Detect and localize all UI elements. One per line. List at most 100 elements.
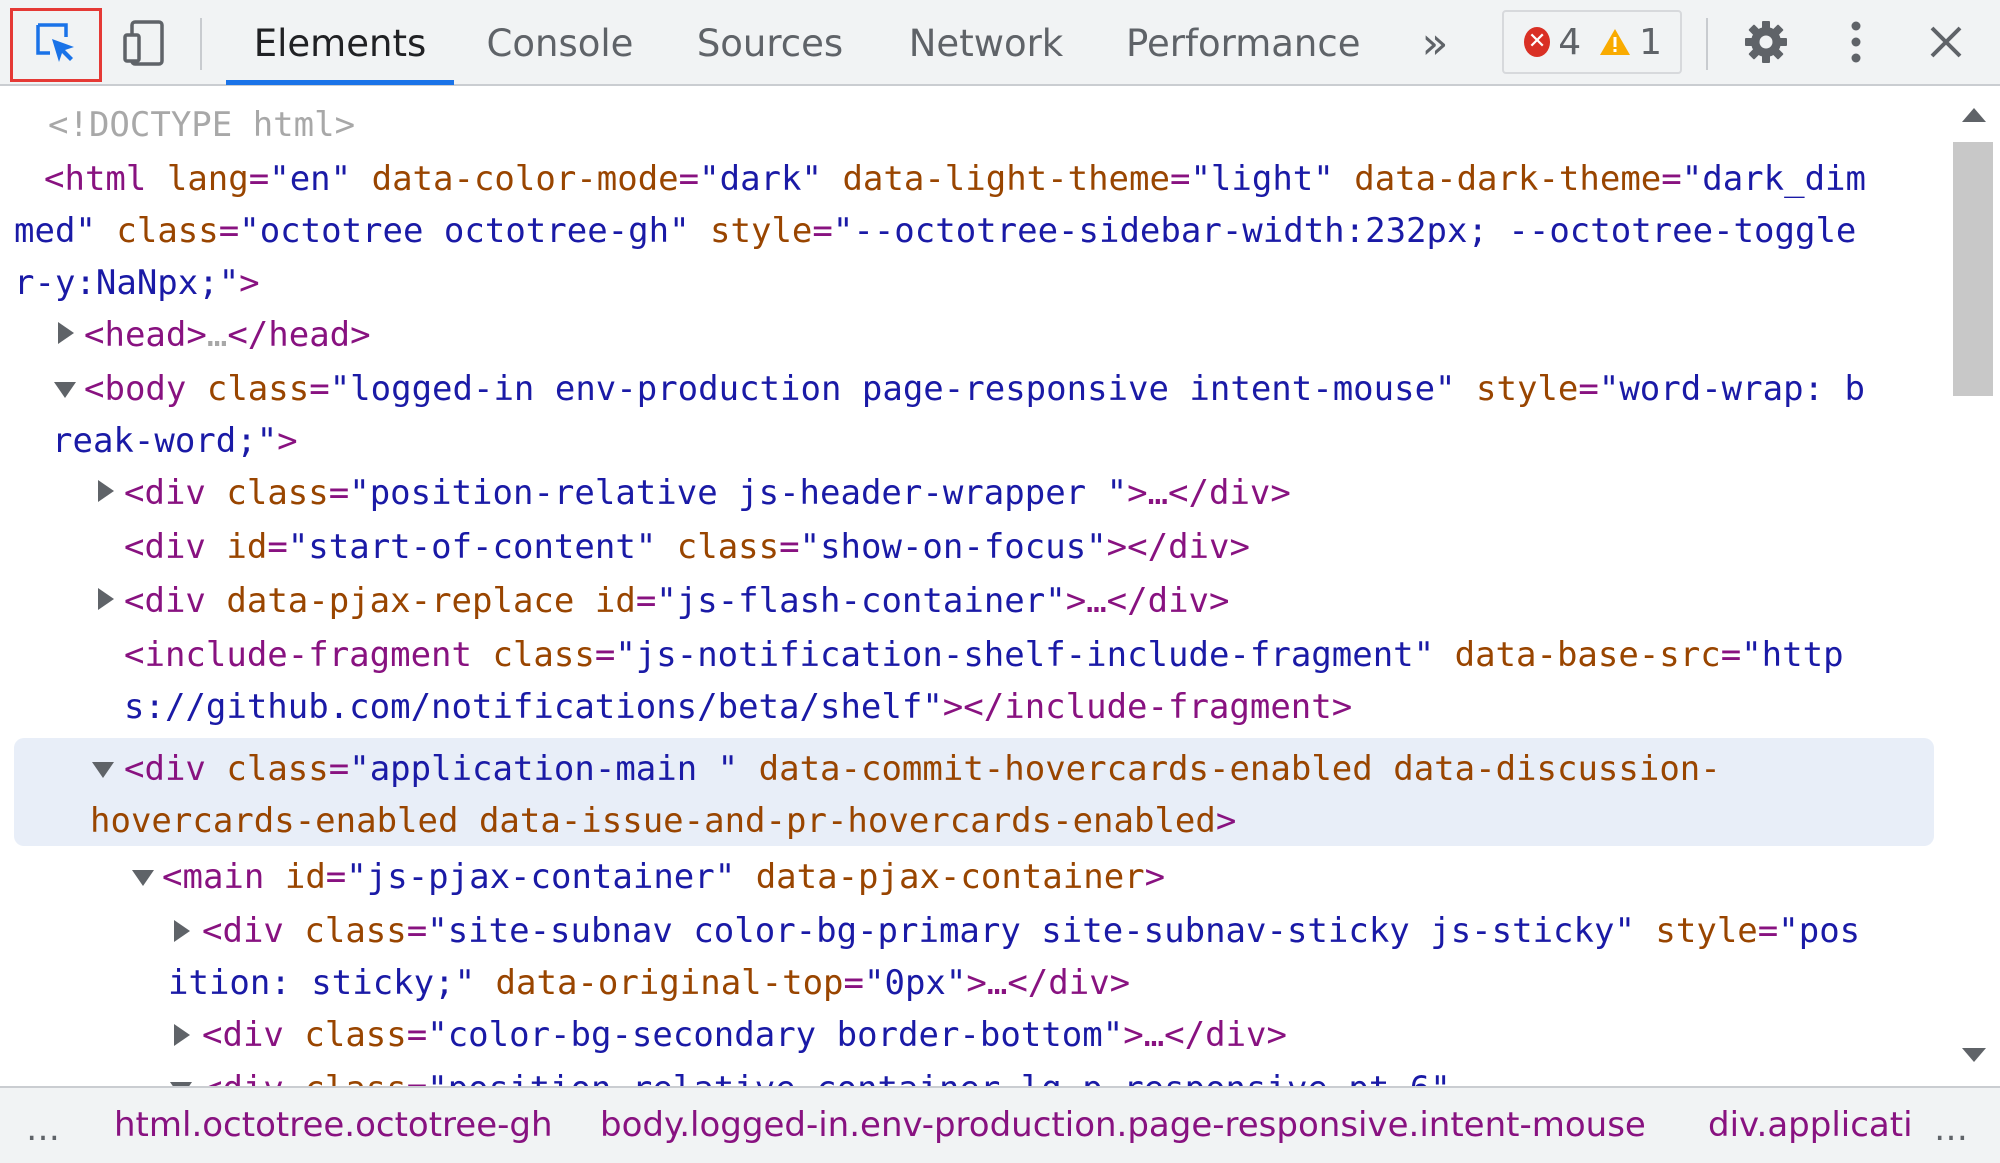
tag-name: <html: [44, 159, 147, 199]
tree-row-div-container[interactable]: <div class="position-relative container-…: [202, 1062, 1451, 1086]
tree-row-div-flash[interactable]: <div data-pjax-replace id="js-flash-cont…: [124, 574, 1229, 628]
attr-name: class: [304, 1015, 407, 1055]
tree-row-head[interactable]: <head>…</head>: [84, 308, 371, 362]
vertical-scrollbar[interactable]: [1948, 86, 2000, 1086]
attr-name: data-discussion-: [1393, 749, 1721, 789]
attr-name: data-dark-theme: [1354, 159, 1662, 199]
expand-toggle[interactable]: [98, 588, 114, 610]
devtools-toolbar: Elements Console Sources Network Perform…: [0, 0, 2000, 86]
tab-console[interactable]: Console: [470, 0, 650, 86]
customize-menu-button[interactable]: [1826, 14, 1886, 74]
attr-name: class: [226, 749, 329, 789]
more-tabs-chevron-icon[interactable]: »: [1410, 14, 1460, 74]
attr-name: style: [710, 211, 813, 251]
tag-name: <div: [202, 911, 284, 951]
attr-name: class: [492, 635, 595, 675]
active-tab-indicator: [226, 80, 454, 85]
tab-elements[interactable]: Elements: [226, 0, 454, 86]
tag-name: …</div>: [1147, 473, 1291, 513]
close-icon: [1928, 24, 1964, 64]
attr-name: data-light-theme: [842, 159, 1170, 199]
warning-icon: [1599, 27, 1631, 57]
attr-name: data-pjax-replace: [226, 581, 575, 621]
tab-network[interactable]: Network: [900, 0, 1072, 86]
close-devtools-button[interactable]: [1916, 14, 1976, 74]
gear-icon: [1742, 18, 1790, 70]
expand-toggle[interactable]: [98, 480, 114, 502]
expand-toggle[interactable]: [174, 1024, 190, 1046]
scroll-up-arrow-icon[interactable]: [1962, 108, 1986, 122]
attr-value: "pos: [1778, 911, 1861, 951]
expand-toggle[interactable]: [58, 322, 74, 344]
tree-row-div-header[interactable]: <div class="position-relative js-header-…: [124, 466, 1291, 520]
tree-row-div-start[interactable]: <div id="start-of-content" class="show-o…: [124, 520, 1250, 574]
attr-value: "light": [1190, 159, 1334, 199]
tag-name: </div>: [1127, 527, 1250, 567]
breadcrumb-item-body[interactable]: body.logged-in.env-production.page-respo…: [600, 1088, 1646, 1163]
scroll-down-arrow-icon[interactable]: [1962, 1048, 1986, 1062]
tree-row-include-fragment[interactable]: <include-fragment class="js-notification…: [124, 628, 1844, 682]
tree-row-application-main[interactable]: <div class="application-main " data-comm…: [124, 742, 1721, 796]
attr-name: data-original-top: [495, 963, 844, 1003]
tag-name: …</div>: [1086, 581, 1230, 621]
attr-name: data-issue-and-pr-hovercards-enabled: [478, 801, 1216, 841]
tag-name: <include-fragment: [124, 635, 472, 675]
error-count: 4: [1558, 21, 1582, 63]
tag-name: …</div>: [986, 963, 1131, 1003]
collapse-toggle[interactable]: [92, 762, 114, 778]
attr-value: s://github.com/notifications/beta/shelf": [124, 687, 943, 727]
issues-counter-button[interactable]: ✕ 4 1: [1502, 10, 1682, 74]
error-icon: ✕: [1524, 27, 1551, 57]
tree-row-html-cont: r-y:NaNpx;">: [14, 263, 260, 303]
tag-name: <div: [124, 749, 206, 789]
attr-value: "http: [1741, 635, 1844, 675]
attr-value: "color-bg-secondary border-bottom": [427, 1015, 1124, 1055]
breadcrumb-item-html[interactable]: html.octotree.octotree-gh: [114, 1088, 553, 1163]
tag-name: <div: [202, 1069, 284, 1086]
tree-row-div-subnav[interactable]: <div class="site-subnav color-bg-primary…: [202, 904, 1860, 958]
attr-value: "dark_dim: [1681, 159, 1866, 199]
breadcrumb-scroll-left[interactable]: …: [26, 1088, 60, 1163]
settings-button[interactable]: [1736, 14, 1796, 74]
inspect-element-button[interactable]: [10, 8, 102, 82]
tag-name: …</div>: [1143, 1015, 1287, 1055]
tab-performance[interactable]: Performance: [1126, 0, 1360, 86]
attr-value: "--octotree-sidebar-width:232px; --octot…: [832, 211, 1857, 251]
attr-value: "js-flash-container": [656, 581, 1066, 621]
tree-row-doctype[interactable]: <!DOCTYPE html>: [48, 98, 355, 152]
kebab-menu-icon: [1850, 20, 1862, 68]
tree-row-html-cont: med" class="octotree octotree-gh" style=…: [14, 211, 1857, 251]
expand-toggle[interactable]: [174, 920, 190, 942]
attr-value: r-y:NaNpx;": [14, 263, 240, 303]
tree-row-main[interactable]: <main id="js-pjax-container" data-pjax-c…: [162, 850, 1165, 904]
tab-sources[interactable]: Sources: [690, 0, 850, 86]
attr-name: hovercards-enabled: [90, 801, 459, 841]
attr-value: "start-of-content": [287, 527, 657, 567]
attr-value: "dark": [699, 159, 822, 199]
tag-name: <div: [124, 581, 206, 621]
device-toolbar-button[interactable]: [112, 8, 176, 82]
tree-row-body[interactable]: <body class="logged-in env-production pa…: [84, 362, 1865, 416]
collapse-toggle[interactable]: [54, 382, 76, 398]
tree-row-html[interactable]: <html lang="en" data-color-mode="dark" d…: [44, 152, 1866, 206]
tree-row-div-secondary[interactable]: <div class="color-bg-secondary border-bo…: [202, 1008, 1287, 1062]
attr-name: lang: [166, 159, 249, 199]
attr-name: data-pjax-container: [755, 857, 1145, 897]
breadcrumb-scroll-right[interactable]: …: [1934, 1088, 1968, 1163]
attr-name: class: [304, 1069, 406, 1086]
attr-name: data-color-mode: [371, 159, 679, 199]
attr-value: med": [14, 211, 96, 251]
tree-row-div-subnav-cont: ition: sticky;" data-original-top="0px">…: [168, 963, 1131, 1003]
breadcrumb-item-div[interactable]: div.applicati: [1708, 1088, 1910, 1163]
attr-value: "en": [269, 159, 352, 199]
attr-name: class: [226, 473, 329, 513]
scrollbar-thumb[interactable]: [1953, 142, 1993, 396]
attr-value: "0px": [864, 963, 967, 1003]
collapse-toggle[interactable]: [132, 870, 154, 886]
attr-value: "position-relative container-lg p-respon…: [427, 1069, 1451, 1086]
attr-name: class: [676, 527, 780, 567]
attr-name: data-base-src: [1454, 635, 1721, 675]
attr-name: style: [1655, 911, 1758, 951]
attr-value: reak-word;": [52, 421, 278, 461]
tag-name: <head>: [84, 315, 207, 355]
